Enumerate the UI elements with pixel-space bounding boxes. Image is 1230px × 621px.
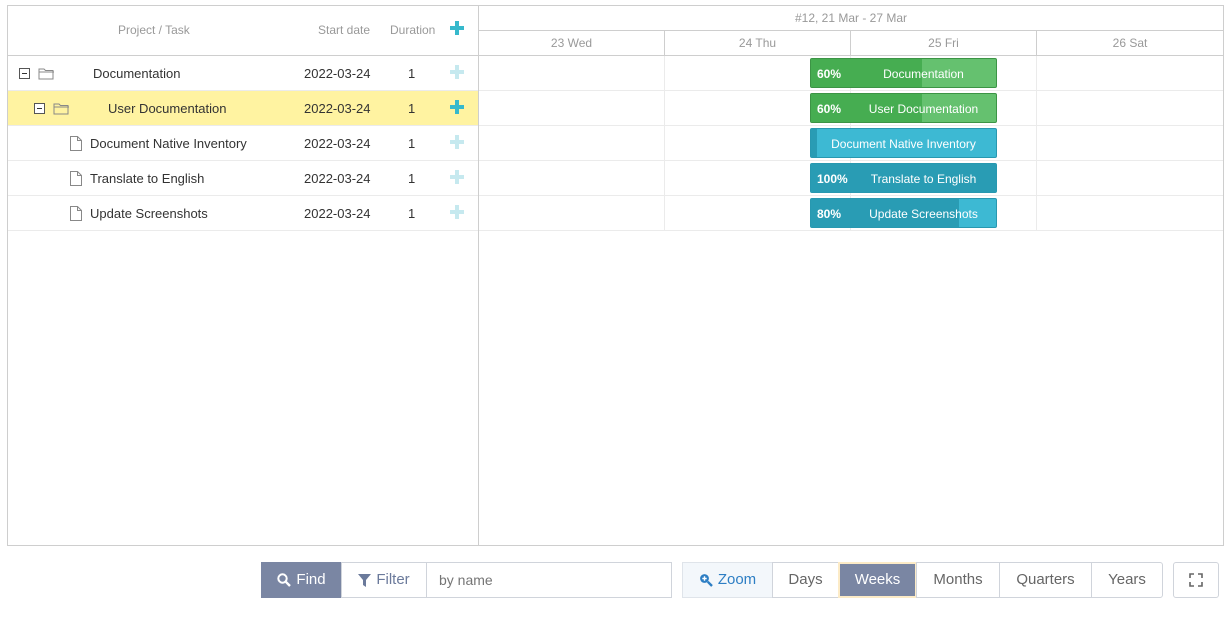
add-subtask-icon[interactable] — [450, 205, 464, 219]
task-duration: 1 — [408, 101, 416, 116]
day-scale: 23 Wed 24 Thu 25 Fri 26 Sat — [479, 31, 1223, 56]
zoom-in-icon — [699, 574, 713, 587]
file-icon — [70, 171, 82, 186]
task-duration: 1 — [408, 171, 416, 186]
filter-button[interactable]: Filter — [341, 562, 427, 598]
scale-years-button[interactable]: Years — [1091, 562, 1163, 598]
task-row[interactable]: User Documentation 2022-03-24 1 — [8, 91, 478, 126]
filter-icon — [358, 573, 372, 587]
bar-progress-text: 80% — [817, 207, 842, 221]
task-name: User Documentation — [108, 101, 227, 116]
task-start-date: 2022-03-24 — [304, 171, 371, 186]
task-start-date: 2022-03-24 — [304, 101, 371, 116]
task-start-date: 2022-03-24 — [304, 136, 371, 151]
task-row[interactable]: Document Native Inventory 2022-03-24 1 — [8, 126, 478, 161]
bar-label: Document Native Inventory — [831, 137, 976, 151]
bar-progress-text: 60% — [817, 102, 842, 116]
folder-open-icon — [38, 68, 54, 80]
header-start-date[interactable]: Start date — [318, 23, 370, 37]
fullscreen-button[interactable] — [1173, 562, 1219, 598]
scale-months-button[interactable]: Months — [916, 562, 1000, 598]
gantt-bar-task[interactable]: Update Screenshots 80% — [810, 198, 997, 228]
toolbar: Find Filter Zoom Days Weeks Months Quart… — [0, 562, 1230, 599]
task-name: Document Native Inventory — [90, 136, 247, 151]
task-name: Translate to English — [90, 171, 205, 186]
add-subtask-icon[interactable] — [450, 65, 464, 79]
task-grid: Project / Task Start date Duration Docum… — [8, 6, 479, 545]
gantt-bar-project[interactable]: Documentation 60% — [810, 58, 997, 88]
task-duration: 1 — [408, 206, 416, 221]
gantt-bar-task[interactable]: Document Native Inventory — [810, 128, 997, 158]
filter-label: Filter — [376, 571, 410, 588]
scale-weeks-button[interactable]: Weeks — [838, 562, 917, 598]
header-duration[interactable]: Duration — [390, 23, 435, 37]
find-button[interactable]: Find — [261, 562, 342, 598]
task-row[interactable]: Documentation 2022-03-24 1 — [8, 56, 478, 91]
task-duration: 1 — [408, 136, 416, 151]
task-duration: 1 — [408, 66, 416, 81]
bar-label: User Documentation — [868, 102, 979, 116]
gantt-chart: Project / Task Start date Duration Docum… — [7, 5, 1224, 546]
fullscreen-icon — [1189, 573, 1203, 587]
header-project-task[interactable]: Project / Task — [118, 23, 190, 37]
search-input[interactable] — [426, 562, 672, 598]
find-label: Find — [296, 571, 326, 588]
folder-open-icon — [53, 103, 69, 115]
day-cell: 25 Fri — [851, 31, 1037, 56]
file-icon — [70, 136, 82, 151]
collapse-icon[interactable] — [19, 68, 30, 79]
bar-label: Documentation — [883, 67, 964, 81]
add-subtask-icon[interactable] — [450, 100, 464, 114]
task-name: Documentation — [93, 66, 181, 81]
bar-label: Update Screenshots — [869, 207, 978, 221]
day-cell: 23 Wed — [479, 31, 665, 56]
bar-progress-text: 100% — [817, 172, 848, 186]
add-subtask-icon[interactable] — [450, 170, 464, 184]
file-icon — [70, 206, 82, 221]
scale-quarters-button[interactable]: Quarters — [999, 562, 1092, 598]
task-start-date: 2022-03-24 — [304, 66, 371, 81]
task-name: Update Screenshots — [90, 206, 208, 221]
day-cell: 24 Thu — [665, 31, 851, 56]
task-row[interactable]: Update Screenshots 2022-03-24 1 — [8, 196, 478, 231]
bar-label: Translate to English — [870, 172, 977, 186]
week-scale: #12, 21 Mar - 27 Mar — [479, 6, 1223, 31]
task-row[interactable]: Translate to English 2022-03-24 1 — [8, 161, 478, 196]
add-subtask-icon[interactable] — [450, 135, 464, 149]
add-task-icon[interactable] — [450, 21, 464, 35]
zoom-button[interactable]: Zoom — [682, 562, 773, 598]
task-start-date: 2022-03-24 — [304, 206, 371, 221]
search-icon — [277, 573, 292, 587]
bar-progress-text: 60% — [817, 67, 842, 81]
gantt-bar-task[interactable]: Translate to English 100% — [810, 163, 997, 193]
timeline-chart: #12, 21 Mar - 27 Mar 23 Wed 24 Thu 25 Fr… — [479, 6, 1223, 545]
zoom-label: Zoom — [717, 571, 757, 588]
day-cell: 26 Sat — [1112, 36, 1148, 50]
gantt-bar-project[interactable]: User Documentation 60% — [810, 93, 997, 123]
collapse-icon[interactable] — [34, 103, 45, 114]
scale-days-button[interactable]: Days — [772, 562, 839, 598]
grid-header: Project / Task Start date Duration — [8, 6, 478, 56]
